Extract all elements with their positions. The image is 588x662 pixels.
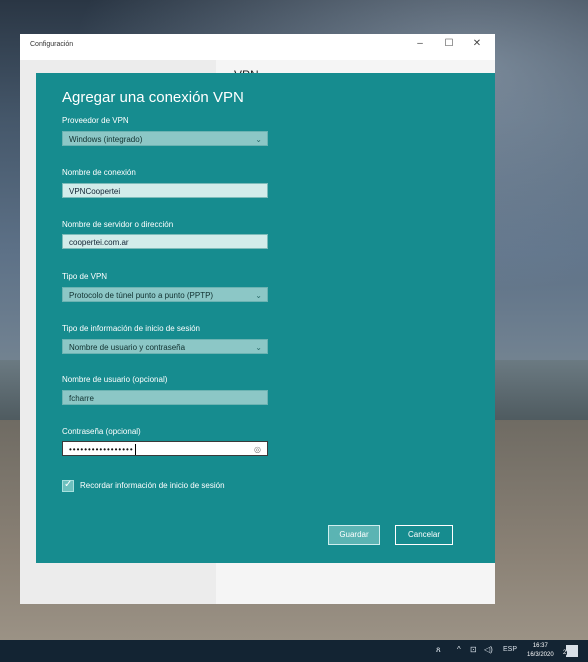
cancel-button[interactable]: Cancelar — [395, 525, 453, 545]
text-caret — [134, 444, 136, 456]
clock[interactable]: 16:37 16/3/2020 — [527, 642, 554, 660]
password-label: Contraseña (opcional) — [62, 427, 141, 436]
chevron-up-icon[interactable]: ^ — [457, 645, 461, 654]
volume-icon[interactable]: ◁) — [484, 645, 493, 654]
add-vpn-dialog: Agregar una conexión VPN Proveedor de VP… — [36, 73, 495, 563]
chevron-down-icon: ⌄ — [255, 291, 262, 300]
username-input[interactable]: fcharre — [62, 390, 268, 405]
notification-count: 2 — [562, 650, 568, 656]
signin-type-select[interactable]: Nombre de usuario y contraseña ⌄ — [62, 339, 268, 354]
password-input[interactable]: ••••••••••••••••• ◎ — [62, 441, 268, 456]
signin-type-value: Nombre de usuario y contraseña — [69, 343, 186, 352]
server-label: Nombre de servidor o dirección — [62, 220, 174, 229]
notification-icon[interactable]: 2 — [562, 645, 578, 657]
save-button[interactable]: Guardar — [328, 525, 380, 545]
minimize-button[interactable]: – — [412, 38, 428, 49]
signin-type-label: Tipo de información de inicio de sesión — [62, 324, 201, 333]
connection-name-input[interactable]: VPNCoopertei — [62, 183, 268, 198]
window-titlebar[interactable]: Configuración – ☐ ✕ — [20, 34, 495, 61]
dialog-title: Agregar una conexión VPN — [62, 89, 244, 106]
remember-label[interactable]: Recordar información de inicio de sesión — [80, 481, 225, 490]
remember-checkbox[interactable]: ✓ — [62, 479, 74, 492]
provider-value: Windows (integrado) — [69, 135, 143, 144]
eye-icon[interactable]: ◎ — [254, 442, 262, 457]
window-title: Configuración — [30, 41, 74, 48]
taskbar: ጸ ^ ⊡ ◁) ESP 16:37 16/3/2020 2 — [0, 640, 588, 662]
people-icon[interactable]: ጸ — [436, 645, 441, 655]
username-value: fcharre — [69, 394, 94, 403]
clock-time: 16:37 — [532, 643, 548, 649]
connection-name-value: VPNCoopertei — [69, 187, 121, 196]
server-input[interactable]: coopertei.com.ar — [62, 234, 268, 249]
provider-select[interactable]: Windows (integrado) ⌄ — [62, 131, 268, 146]
vpn-type-label: Tipo de VPN — [62, 272, 108, 281]
language-indicator[interactable]: ESP — [503, 646, 517, 653]
network-icon[interactable]: ⊡ — [470, 645, 477, 654]
vpn-type-select[interactable]: Protocolo de túnel punto a punto (PPTP) … — [62, 287, 268, 302]
password-value: ••••••••••••••••• — [69, 445, 134, 454]
maximize-button[interactable]: ☐ — [441, 38, 457, 49]
clock-date: 16/3/2020 — [527, 652, 554, 658]
checkmark-icon: ✓ — [64, 479, 73, 490]
connection-name-label: Nombre de conexión — [62, 168, 136, 177]
chevron-down-icon: ⌄ — [255, 135, 262, 144]
provider-label: Proveedor de VPN — [62, 116, 129, 125]
close-button[interactable]: ✕ — [469, 38, 485, 49]
vpn-type-value: Protocolo de túnel punto a punto (PPTP) — [69, 291, 214, 300]
username-label: Nombre de usuario (opcional) — [62, 375, 168, 384]
chevron-down-icon: ⌄ — [255, 343, 262, 352]
server-value: coopertei.com.ar — [69, 238, 129, 247]
